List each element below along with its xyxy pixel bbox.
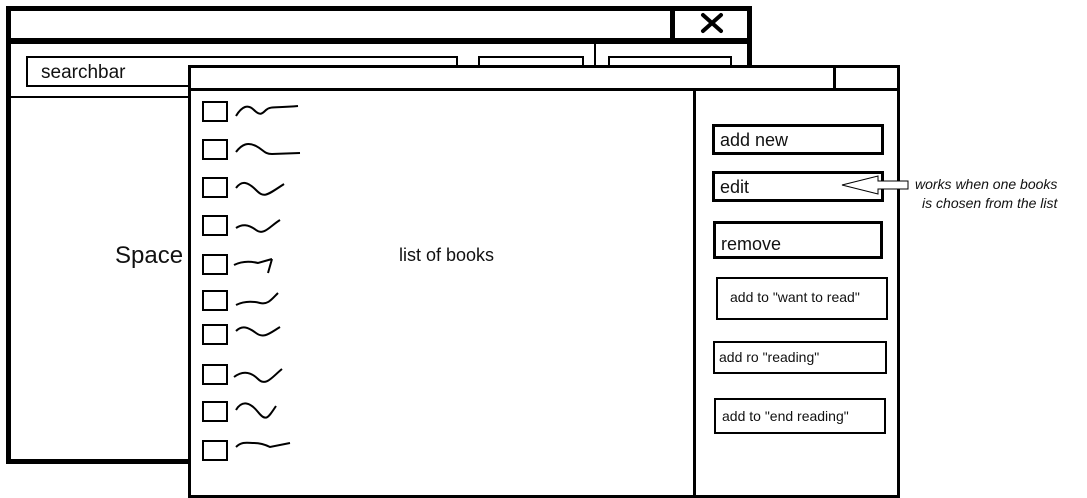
book-checkbox[interactable]: [202, 215, 228, 236]
annotation-line-2: is chosen from the list: [922, 195, 1058, 211]
close-button[interactable]: [670, 6, 748, 40]
squiggle-placeholder: [233, 368, 283, 383]
list-item[interactable]: [202, 177, 322, 203]
space-label: Space: [115, 242, 184, 269]
back-toolbar-divider: [6, 96, 196, 98]
squiggle-placeholder: [235, 441, 291, 449]
squiggle-placeholder: [235, 182, 285, 196]
add-to-end-reading-button[interactable]: add to "end reading": [714, 398, 886, 434]
add-to-reading-button[interactable]: add ro "reading": [713, 341, 887, 374]
book-checkbox[interactable]: [202, 254, 228, 275]
add-to-want-to-read-button[interactable]: add to "want to read": [716, 277, 888, 320]
squiggle-placeholder: [233, 258, 273, 274]
back-window-titlebar: [6, 6, 752, 44]
list-item[interactable]: [202, 215, 322, 241]
list-item[interactable]: [202, 364, 322, 390]
book-checkbox[interactable]: [202, 101, 228, 122]
list-item[interactable]: [202, 254, 322, 280]
book-checkbox[interactable]: [202, 290, 228, 311]
squiggle-placeholder: [235, 326, 281, 337]
list-item[interactable]: [202, 324, 322, 350]
list-of-books-label: list of books: [399, 245, 495, 265]
squiggle-placeholder: [235, 105, 299, 117]
squiggle-placeholder: [235, 219, 281, 233]
list-item[interactable]: [202, 401, 322, 427]
book-checkbox[interactable]: [202, 139, 228, 160]
remove-button[interactable]: remove: [713, 221, 883, 259]
book-checkbox[interactable]: [202, 401, 228, 422]
book-checkbox[interactable]: [202, 177, 228, 198]
add-new-button[interactable]: add new: [712, 124, 884, 155]
squiggle-placeholder: [235, 143, 301, 156]
book-checkbox[interactable]: [202, 324, 228, 345]
close-icon: [700, 13, 723, 33]
front-window-divider: [693, 89, 696, 498]
squiggle-placeholder: [235, 292, 279, 306]
annotation-line-1: works when one books: [915, 176, 1058, 192]
front-close-button[interactable]: [833, 65, 900, 89]
book-checkbox[interactable]: [202, 440, 228, 461]
list-item[interactable]: [202, 101, 322, 127]
list-item[interactable]: [202, 290, 322, 316]
book-checkbox[interactable]: [202, 364, 228, 385]
squiggle-placeholder: [235, 402, 277, 419]
list-item[interactable]: [202, 139, 322, 165]
annotation-note: works when one books is chosen from the …: [915, 175, 1057, 213]
list-item[interactable]: [202, 440, 322, 466]
front-window-titlebar: [188, 65, 900, 91]
annotation-arrow-icon: [841, 175, 909, 195]
